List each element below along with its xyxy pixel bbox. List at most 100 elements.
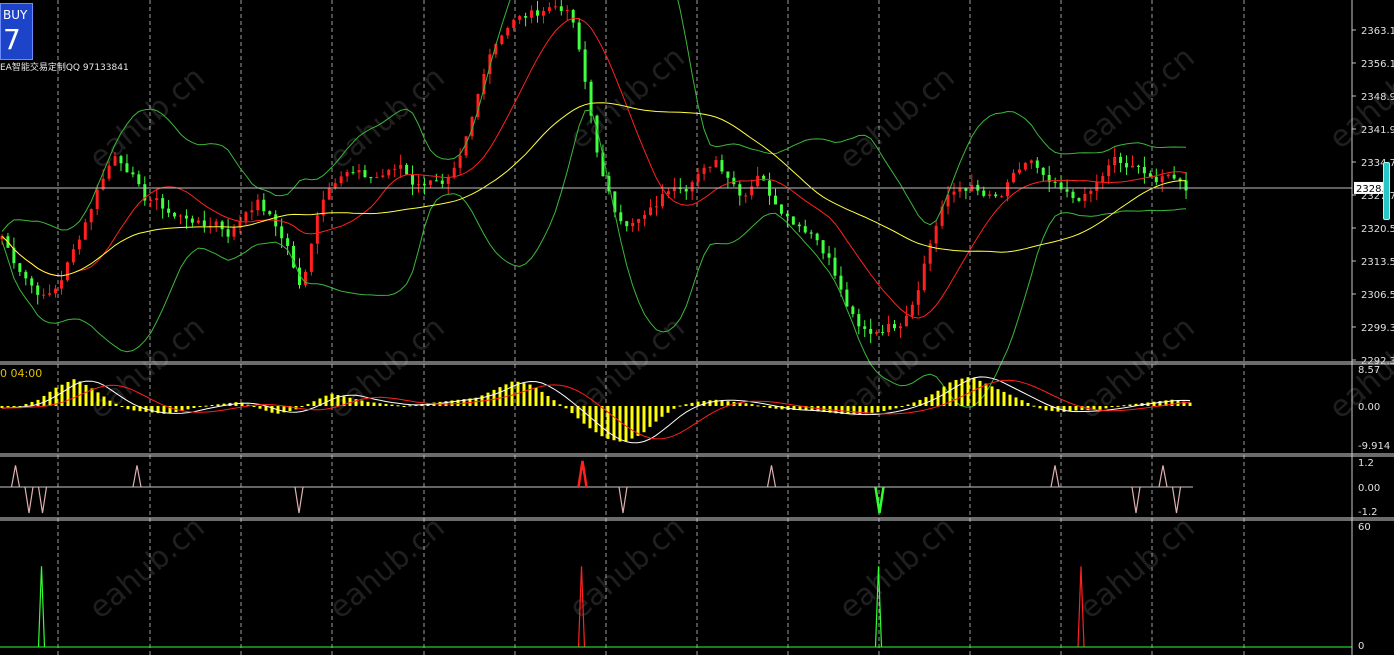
macd-bar[interactable] xyxy=(672,406,676,409)
candle-body[interactable] xyxy=(964,188,968,191)
candle[interactable] xyxy=(1059,175,1063,191)
candle[interactable] xyxy=(1166,173,1170,179)
candle-body[interactable] xyxy=(173,212,177,217)
candle[interactable] xyxy=(1125,155,1129,175)
candle-body[interactable] xyxy=(619,212,623,222)
candle-body[interactable] xyxy=(1023,162,1027,170)
candle[interactable] xyxy=(1095,174,1099,201)
candle[interactable] xyxy=(428,180,432,189)
candle[interactable] xyxy=(434,173,438,182)
candle[interactable] xyxy=(928,239,932,272)
macd-bar[interactable] xyxy=(486,392,490,406)
macd-bar[interactable] xyxy=(630,406,634,439)
macd-bar[interactable] xyxy=(300,406,304,407)
candle-body[interactable] xyxy=(518,16,522,20)
macd-bar[interactable] xyxy=(582,406,586,424)
macd-bar[interactable] xyxy=(1032,405,1036,407)
candle-body[interactable] xyxy=(571,10,575,23)
candle-body[interactable] xyxy=(60,280,63,289)
candle-body[interactable] xyxy=(821,240,825,254)
macd-bar[interactable] xyxy=(1002,391,1006,406)
candle[interactable] xyxy=(268,210,272,216)
macd-bar[interactable] xyxy=(990,386,994,406)
candle-body[interactable] xyxy=(232,227,236,237)
candle[interactable] xyxy=(422,178,426,195)
macd-bar[interactable] xyxy=(378,403,382,406)
macd-bar[interactable] xyxy=(1038,406,1042,409)
candle[interactable] xyxy=(863,320,867,338)
candle[interactable] xyxy=(881,324,885,336)
candle[interactable] xyxy=(744,192,748,204)
candle[interactable] xyxy=(655,195,658,216)
candle-body[interactable] xyxy=(512,19,516,29)
candle[interactable] xyxy=(42,288,46,300)
macd-bar[interactable] xyxy=(120,406,124,407)
candle[interactable] xyxy=(916,281,920,316)
candle-body[interactable] xyxy=(1083,193,1087,201)
candle[interactable] xyxy=(678,178,682,194)
candle[interactable] xyxy=(750,179,754,200)
candle[interactable] xyxy=(190,215,194,227)
macd-bar[interactable] xyxy=(768,406,772,409)
candle-body[interactable] xyxy=(1077,198,1081,201)
candle-body[interactable] xyxy=(1125,162,1129,168)
candle-body[interactable] xyxy=(393,168,397,170)
candle-body[interactable] xyxy=(738,184,742,196)
candle-body[interactable] xyxy=(655,206,658,208)
candle-body[interactable] xyxy=(774,195,777,205)
candle[interactable] xyxy=(1029,159,1033,170)
candle[interactable] xyxy=(565,5,569,21)
candle-body[interactable] xyxy=(541,10,545,16)
candle[interactable] xyxy=(904,305,908,327)
macd-bar[interactable] xyxy=(210,404,214,406)
candle-body[interactable] xyxy=(244,212,248,221)
trading-chart[interactable]: eahub.cn eahub.cn eahub.cn eahub.cn eahub.cn… xyxy=(0,0,1394,655)
macd-bar[interactable] xyxy=(708,400,712,406)
candle-body[interactable] xyxy=(369,176,373,179)
candle[interactable] xyxy=(708,166,712,173)
candle[interactable] xyxy=(619,204,623,225)
candle[interactable] xyxy=(220,220,224,237)
macd-bar[interactable] xyxy=(1188,402,1192,406)
spike-mark[interactable] xyxy=(37,566,46,648)
macd-bar[interactable] xyxy=(1110,406,1114,408)
candle[interactable] xyxy=(779,204,783,216)
candle[interactable] xyxy=(1077,197,1081,203)
candle-body[interactable] xyxy=(327,188,331,200)
candle[interactable] xyxy=(1017,162,1021,175)
candle-body[interactable] xyxy=(1029,160,1033,163)
macd-bar[interactable] xyxy=(642,406,646,433)
candle-body[interactable] xyxy=(440,180,444,184)
candle-body[interactable] xyxy=(785,213,789,217)
candle[interactable] xyxy=(506,26,510,39)
macd-bar[interactable] xyxy=(954,379,958,406)
candle[interactable] xyxy=(1071,189,1075,204)
candle-body[interactable] xyxy=(1113,156,1117,166)
macd-bar[interactable] xyxy=(90,388,94,406)
macd-bar[interactable] xyxy=(528,384,532,406)
macd-bar[interactable] xyxy=(402,405,406,407)
candle[interactable] xyxy=(274,210,278,237)
macd-bar[interactable] xyxy=(1128,404,1132,406)
candle[interactable] xyxy=(536,0,539,23)
macd-bar[interactable] xyxy=(1020,400,1024,406)
candle-body[interactable] xyxy=(71,249,75,263)
candle-body[interactable] xyxy=(762,175,766,181)
macd-bar[interactable] xyxy=(996,389,1000,406)
macd-bar[interactable] xyxy=(192,406,196,408)
candle[interactable] xyxy=(809,229,813,239)
macd-bar[interactable] xyxy=(882,406,886,412)
candle[interactable] xyxy=(1000,194,1004,198)
macd-bar[interactable] xyxy=(258,406,262,409)
candle[interactable] xyxy=(827,245,831,266)
candle[interactable] xyxy=(381,168,385,179)
candle[interactable] xyxy=(1065,179,1069,198)
candle[interactable] xyxy=(161,194,165,219)
macd-bar[interactable] xyxy=(24,404,28,406)
candle-body[interactable] xyxy=(83,222,87,240)
macd-bar[interactable] xyxy=(42,395,46,406)
candle-body[interactable] xyxy=(77,239,81,250)
candle-body[interactable] xyxy=(65,262,69,281)
macd-bar[interactable] xyxy=(1026,402,1030,406)
candle-body[interactable] xyxy=(161,198,165,209)
